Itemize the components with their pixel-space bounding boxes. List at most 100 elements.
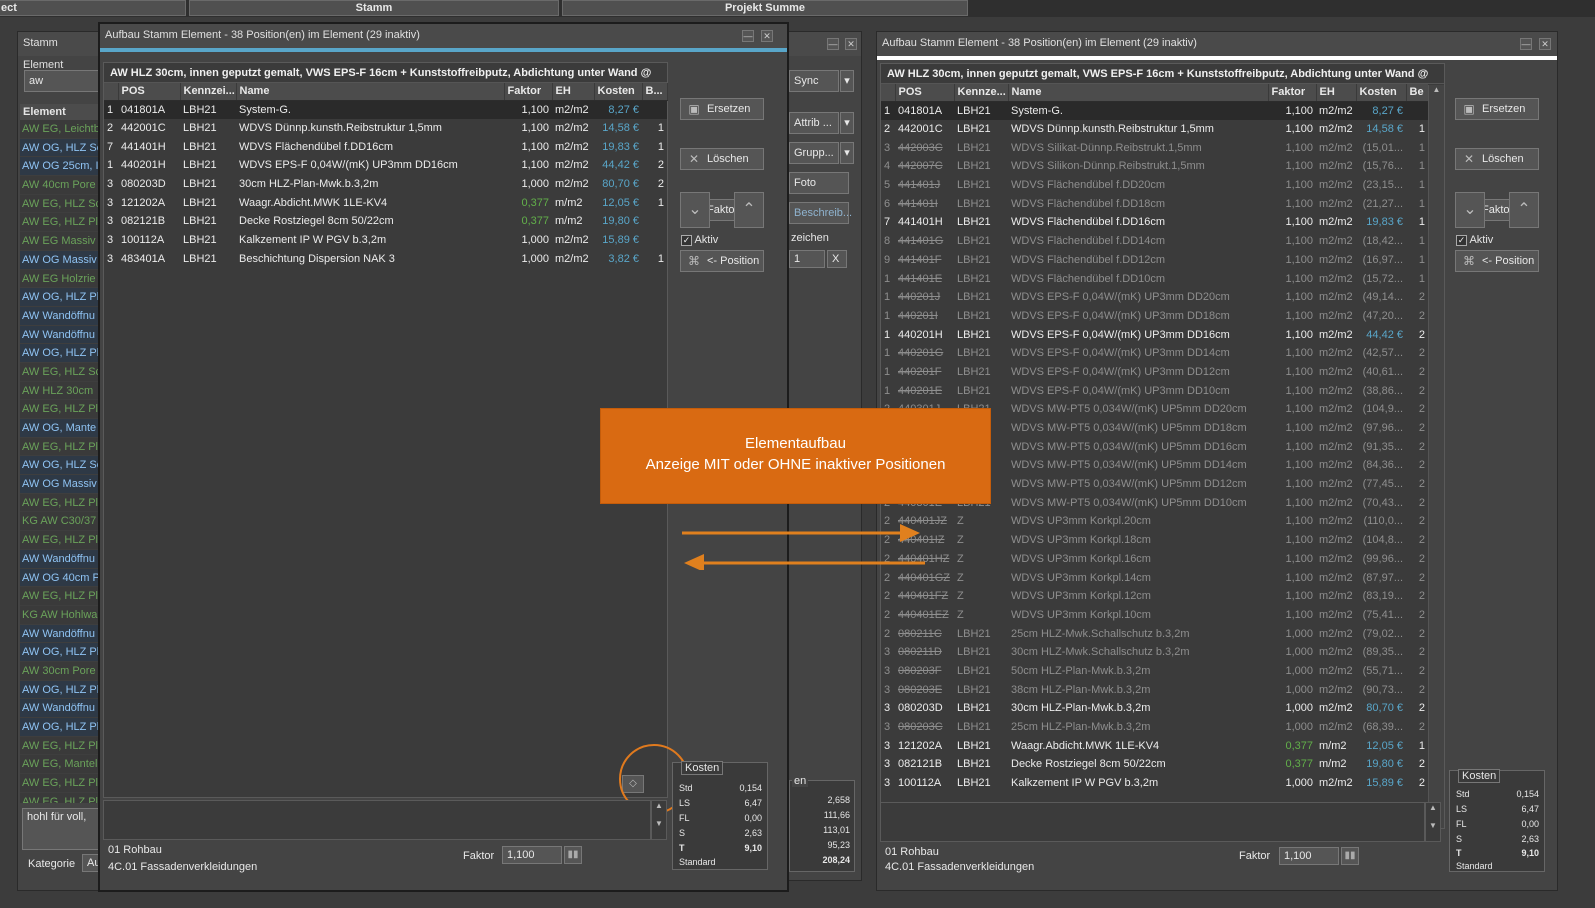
list-item[interactable]: AW OG Massiv (20, 475, 102, 494)
chevron-down-icon[interactable]: ▾ (840, 142, 854, 164)
col-pos[interactable]: POS (118, 83, 181, 101)
list-item[interactable]: AW EG, HLZ Pla (20, 587, 102, 606)
table-row[interactable]: 5 441401J LBH21 WDVS Flächendübel f.DD20cm 1… (881, 176, 1428, 195)
table-row[interactable]: 4 442007C LBH21 WDVS Silikon-Dünnp.Reibstru… (881, 157, 1428, 176)
attrib-select[interactable]: Attrib ... (789, 112, 839, 134)
table-row[interactable]: 1 440201J LBH21 WDVS EPS-F 0,04W/(mK) UP3mm… (881, 288, 1428, 307)
table-row[interactable]: 1 440201G LBH21 WDVS EPS-F 0,04W/(mK) UP3mm… (881, 344, 1428, 363)
chevron-down-icon[interactable]: ▾ (840, 112, 854, 134)
col-name[interactable]: Name (236, 83, 505, 101)
memo-scrollbar[interactable]: ▲ ▼ (1425, 802, 1441, 842)
list-item[interactable]: AW OG, HLZ Pl (20, 643, 102, 662)
list-item[interactable]: KG AW Hohlwa (20, 605, 102, 625)
list-item[interactable]: AW OG, Mante (20, 419, 102, 438)
minimize-icon[interactable]: — (1520, 38, 1532, 50)
table-row[interactable]: 3 080203D LBH21 30cm HLZ-Plan-Mwk.b.3,2m 1,0… (104, 175, 667, 194)
table-row[interactable]: 3 080203E LBH21 38cm HLZ-Plan-Mwk.b.3,2m 1,0… (881, 680, 1428, 699)
table-scrollbar[interactable]: ▲ (1428, 85, 1444, 828)
col-kennzeichen[interactable]: Kennzei... (180, 83, 237, 101)
list-item[interactable]: AW EG, HLZ Pla (20, 792, 102, 803)
table-row[interactable]: 1 440201F LBH21 WDVS EPS-F 0,04W/(mK) UP3mm… (881, 363, 1428, 382)
list-item[interactable]: AW Wandöffnu (20, 325, 102, 345)
memo-field[interactable]: hohl für voll, (22, 808, 102, 850)
loeschen-button[interactable]: ✕ Löschen (680, 148, 764, 170)
list-item[interactable]: AW OG, HLZ Pl (20, 344, 102, 363)
list-item[interactable]: AW EG, HLZ Pla (20, 213, 102, 233)
table-row[interactable]: 6 441401I LBH21 WDVS Flächendübel f.DD18cm 1… (881, 194, 1428, 213)
table-row[interactable]: 7 441401H LBH21 WDVS Flächendübel f.DD16cm 1… (104, 137, 667, 156)
memo-field[interactable] (880, 802, 1425, 842)
check-icon[interactable]: ✓ (681, 234, 692, 246)
move-down-icon[interactable]: ⌄ (680, 192, 710, 228)
list-item[interactable]: AW EG, HLZ Pla (20, 736, 102, 756)
col-kosten[interactable]: Kosten (594, 83, 643, 101)
col-kennzeichen[interactable]: Kennze... (954, 84, 1009, 102)
table-row[interactable]: 1 440201E LBH21 WDVS EPS-F 0,04W/(mK) UP3mm… (881, 381, 1428, 400)
col-faktor[interactable]: Faktor (1268, 84, 1317, 102)
col-eh[interactable]: EH (552, 83, 595, 101)
table-row[interactable]: 3 100112A LBH21 Kalkzement IP W PGV b.3,2m 1… (104, 231, 667, 250)
chart-icon[interactable]: ▮▮ (564, 846, 582, 864)
sync-select[interactable]: Sync (789, 70, 839, 92)
list-item[interactable]: AW EG, Leichtb (20, 120, 102, 139)
list-item[interactable]: AW OG 25cm, I (20, 157, 102, 177)
table-row[interactable]: 1 041801A LBH21 System-G. 1,100 m2/m2 8,27 € (104, 100, 667, 119)
table-row[interactable]: 8 441401G LBH21 WDVS Flächendübel f.DD14cm 1… (881, 232, 1428, 251)
table-row[interactable]: 2 440401JZ Z WDVS UP3mm Korkpl.20cm 1,100 m2/… (881, 512, 1428, 531)
list-item[interactable]: AW OG, HLZ Sc (20, 456, 102, 476)
list-item[interactable]: AW EG Massiv (20, 232, 102, 251)
list-item[interactable]: AW Wandöffnu (20, 699, 102, 718)
col-num[interactable] (104, 83, 119, 101)
table-row[interactable]: 3 080203F LBH21 50cm HLZ-Plan-Mwk.b.3,2m 1,0… (881, 662, 1428, 681)
list-item[interactable]: AW EG, HLZ Pla (20, 400, 102, 419)
list-item[interactable]: AW OG, HLZ Pl (20, 680, 102, 700)
list-item[interactable]: AW EG, Mantel (20, 755, 102, 775)
move-down-icon[interactable]: ⌄ (1455, 192, 1485, 228)
tab-stamm[interactable]: Stamm (189, 0, 559, 16)
list-item[interactable]: AW OG 40cm P (20, 568, 102, 588)
chevron-down-icon[interactable]: ▾ (840, 70, 854, 92)
memo-field[interactable] (103, 800, 651, 840)
table-row[interactable]: 1 440201H LBH21 WDVS EPS-F 0,04W/(mK) UP3mm… (881, 325, 1428, 344)
aktiv-checkbox[interactable]: ✓ Aktiv (681, 234, 718, 246)
zeichen-select[interactable]: 1 (789, 250, 825, 268)
list-item[interactable]: AW EG, HLZ Pla (20, 493, 102, 513)
position-button[interactable]: ⌘ <- Position (680, 250, 764, 272)
table-row[interactable]: 1 441401E LBH21 WDVS Flächendübel f.DD10cm 1… (881, 269, 1428, 288)
foto-button[interactable]: Foto (789, 172, 849, 194)
clear-button[interactable]: X (827, 250, 847, 268)
close-icon[interactable]: ✕ (845, 38, 857, 50)
table-row[interactable]: 2 080211C LBH21 25cm HLZ-Mwk.Schallschutz b… (881, 624, 1428, 643)
col-kosten[interactable]: Kosten (1356, 84, 1407, 102)
loeschen-button[interactable]: ✕ Löschen (1455, 148, 1539, 170)
list-item[interactable]: AW OG, HLZ Pl (20, 288, 102, 307)
faktor-input[interactable]: 1,100 (502, 846, 562, 864)
ersetzen-button[interactable]: ▣ Ersetzen (1455, 98, 1539, 120)
table-row[interactable]: 3 442003C LBH21 WDVS Silikat-Dünnp.Reibstru… (881, 138, 1428, 157)
table-row[interactable]: 2 440401FZ Z WDVS UP3mm Korkpl.12cm 1,100 m2/… (881, 587, 1428, 606)
table-row[interactable]: 3 483401A LBH21 Beschichtung Dispersion NAK… (104, 250, 667, 269)
table-row[interactable]: 1 440201H LBH21 WDVS EPS-F 0,04W/(mK) UP3mm… (104, 156, 667, 175)
table-row[interactable]: 3 121202A LBH21 Waagr.Abdicht.MWK 1LE-KV4 0,… (104, 193, 667, 212)
table-row[interactable]: 2 440401EZ Z WDVS UP3mm Korkpl.10cm 1,100 m2/… (881, 606, 1428, 625)
check-icon[interactable]: ✓ (1456, 234, 1467, 246)
move-up-icon[interactable]: ⌃ (734, 192, 764, 228)
close-icon[interactable]: ✕ (761, 30, 773, 42)
column-header-element[interactable]: Element (20, 104, 102, 120)
list-item[interactable]: AW Wandöffnu (20, 624, 102, 644)
col-faktor[interactable]: Faktor (504, 83, 553, 101)
list-item[interactable]: AW OG, HLZ Pl (20, 718, 102, 737)
col-eh[interactable]: EH (1316, 84, 1357, 102)
move-up-icon[interactable]: ⌃ (1509, 192, 1539, 228)
col-num[interactable] (881, 84, 896, 102)
list-item[interactable]: AW HLZ 30cm (20, 381, 102, 401)
tab-project[interactable]: ect (0, 0, 186, 16)
table-row[interactable]: 3 121202A LBH21 Waagr.Abdicht.MWK 1LE-KV4 0,… (881, 736, 1428, 755)
positions-table[interactable]: POS Kennzei... Name Faktor EH Kosten B..… (104, 83, 668, 268)
table-row[interactable]: 3 082121B LBH21 Decke Rostziegel 8cm 50/22c… (881, 755, 1428, 774)
table-row[interactable]: 2 442001C LBH21 WDVS Dünnp.kunsth.Reibstruk… (104, 119, 667, 138)
col-b[interactable]: B... (642, 83, 668, 101)
search-input[interactable]: aw (24, 70, 102, 92)
list-item[interactable]: AW EG, HLZ Pla (20, 531, 102, 550)
list-item[interactable]: AW EG, HLZ Sc (20, 194, 102, 214)
